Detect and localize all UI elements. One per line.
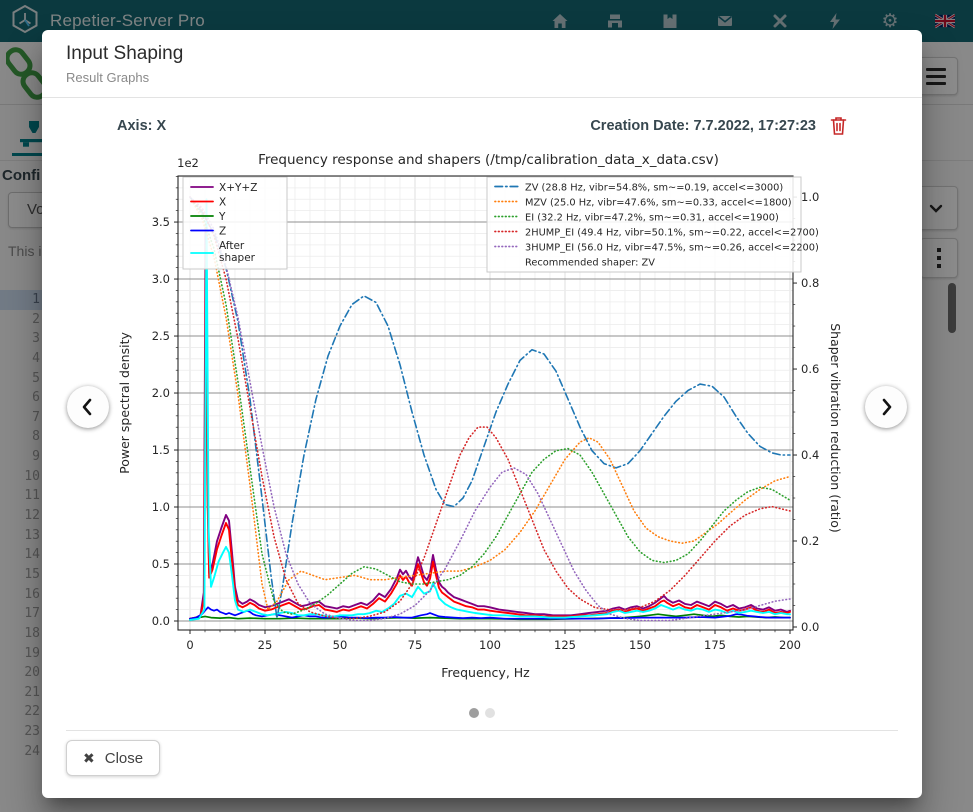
svg-text:175: 175 <box>704 638 726 652</box>
svg-text:75: 75 <box>408 638 423 652</box>
svg-text:0.0: 0.0 <box>801 620 819 634</box>
svg-text:125: 125 <box>554 638 576 652</box>
svg-text:shaper: shaper <box>219 252 256 264</box>
svg-text:X+Y+Z: X+Y+Z <box>219 182 257 194</box>
svg-text:3HUMP_EI (56.0 Hz, vibr=47.5%,: 3HUMP_EI (56.0 Hz, vibr=47.5%, sm~=0.26,… <box>525 243 819 254</box>
svg-text:3.5: 3.5 <box>152 215 170 229</box>
svg-text:1.5: 1.5 <box>152 443 170 457</box>
result-graph-image: 02550751001251501752000.00.51.01.52.02.5… <box>115 145 852 697</box>
svg-text:Frequency, Hz: Frequency, Hz <box>441 665 530 680</box>
svg-text:2HUMP_EI (49.4 Hz, vibr=50.1%,: 2HUMP_EI (49.4 Hz, vibr=50.1%, sm~=0.22,… <box>525 228 819 239</box>
svg-text:X: X <box>219 197 226 209</box>
svg-text:150: 150 <box>629 638 651 652</box>
svg-text:1.0: 1.0 <box>801 190 819 204</box>
dialog-subtitle: Result Graphs <box>66 70 149 85</box>
svg-text:1.0: 1.0 <box>152 500 170 514</box>
svg-text:200: 200 <box>779 638 801 652</box>
chevron-left-icon <box>75 394 101 420</box>
delete-result-button[interactable] <box>828 115 848 137</box>
screen: Repetier-Server Pro <box>0 0 973 812</box>
creation-date-label: Creation Date: 7.7.2022, 17:27:23 <box>590 118 816 134</box>
carousel-dot-1[interactable] <box>469 708 479 718</box>
svg-text:Power spectral density: Power spectral density <box>117 332 132 474</box>
svg-text:Frequency response and shapers: Frequency response and shapers (/tmp/cal… <box>258 152 719 168</box>
svg-text:100: 100 <box>479 638 501 652</box>
dialog-title: Input Shaping <box>66 43 183 65</box>
close-x-icon: ✖ <box>83 750 95 767</box>
svg-text:50: 50 <box>333 638 348 652</box>
axis-label: Axis: X <box>117 118 166 134</box>
svg-text:0.8: 0.8 <box>801 276 819 290</box>
svg-text:After: After <box>219 240 245 252</box>
svg-text:0.0: 0.0 <box>152 614 170 628</box>
svg-text:3.0: 3.0 <box>152 272 170 286</box>
svg-text:Shaper vibration reduction (ra: Shaper vibration reduction (ratio) <box>828 323 843 533</box>
svg-text:1e2: 1e2 <box>177 156 199 170</box>
svg-text:EI (32.2 Hz, vibr=47.2%, sm~=0: EI (32.2 Hz, vibr=47.2%, sm~=0.31, accel… <box>525 213 779 224</box>
trash-icon <box>829 115 848 136</box>
svg-text:25: 25 <box>258 638 273 652</box>
carousel-pagination-dots <box>42 708 922 718</box>
svg-text:Y: Y <box>218 211 226 223</box>
input-shaping-dialog: Input Shaping Result Graphs Axis: X Crea… <box>42 30 922 798</box>
svg-text:0.4: 0.4 <box>801 448 819 462</box>
svg-text:0: 0 <box>186 638 193 652</box>
svg-text:Recommended shaper: ZV: Recommended shaper: ZV <box>525 258 655 269</box>
svg-text:MZV (25.0 Hz, vibr=47.6%, sm~=: MZV (25.0 Hz, vibr=47.6%, sm~=0.33, acce… <box>525 198 792 209</box>
svg-text:0.5: 0.5 <box>152 557 170 571</box>
svg-text:2.0: 2.0 <box>152 386 170 400</box>
svg-text:ZV (28.8 Hz, vibr=54.8%, sm~=0: ZV (28.8 Hz, vibr=54.8%, sm~=0.19, accel… <box>525 183 783 194</box>
dialog-header: Input Shaping Result Graphs <box>42 30 922 98</box>
carousel-next-button[interactable] <box>865 386 907 428</box>
footer-divider <box>66 730 898 731</box>
svg-text:0.6: 0.6 <box>801 362 819 376</box>
result-meta-row: Axis: X Creation Date: 7.7.2022, 17:27:2… <box>117 112 848 140</box>
carousel-prev-button[interactable] <box>67 386 109 428</box>
close-button[interactable]: ✖ Close <box>66 740 160 776</box>
svg-text:Z: Z <box>219 226 226 238</box>
svg-text:2.5: 2.5 <box>152 329 170 343</box>
chevron-right-icon <box>873 394 899 420</box>
carousel-dot-2[interactable] <box>485 708 495 718</box>
svg-text:0.2: 0.2 <box>801 534 819 548</box>
close-button-label: Close <box>105 750 143 767</box>
